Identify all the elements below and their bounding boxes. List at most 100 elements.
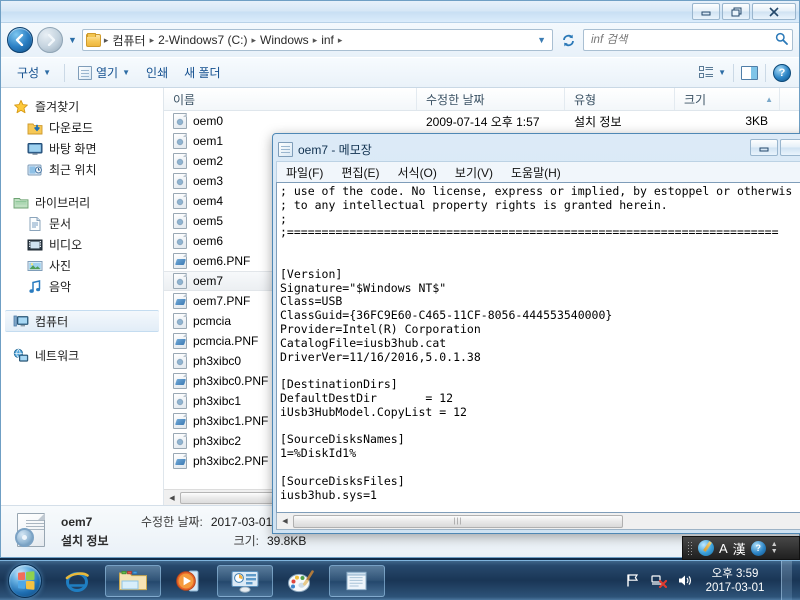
network-error-icon[interactable] xyxy=(650,572,667,589)
taskbar-button-paint[interactable] xyxy=(277,565,325,597)
scroll-left-icon[interactable]: ◀ xyxy=(277,513,293,529)
column-header-name[interactable]: 이름 xyxy=(164,88,417,110)
history-dropdown-icon[interactable]: ▼ xyxy=(68,35,77,45)
menu-edit[interactable]: 편집(E) xyxy=(332,162,388,183)
taskbar-button-control-panel[interactable] xyxy=(217,564,273,597)
breadcrumb-item-drive[interactable]: 2-Windows7 (C:) xyxy=(155,33,250,47)
notepad-hscroll-thumb[interactable]: ||| xyxy=(293,514,623,528)
menu-file[interactable]: 파일(F) xyxy=(277,162,332,183)
breadcrumb-item-inf[interactable]: inf xyxy=(318,33,337,47)
taskbar-button-windows-explorer[interactable] xyxy=(105,564,161,597)
breadcrumb[interactable]: ▸ 컴퓨터 ▸ 2-Windows7 (C:) ▸ Windows ▸ inf … xyxy=(81,29,553,51)
drag-grip-icon[interactable] xyxy=(687,541,693,555)
sidebar-item-recent-places[interactable]: 최근 위치 xyxy=(1,159,163,180)
chevron-down-icon[interactable]: ▼ xyxy=(533,35,550,45)
action-center-flag-icon[interactable] xyxy=(624,572,641,589)
ime-expand-icon[interactable]: ▲ ▼ xyxy=(771,541,778,555)
music-icon xyxy=(27,279,43,295)
preview-pane-icon[interactable] xyxy=(741,65,758,80)
help-icon[interactable]: ? xyxy=(773,63,791,82)
desktop-icon xyxy=(27,141,43,157)
notepad-hscroll-track[interactable]: ||| xyxy=(293,514,800,529)
help-icon[interactable]: ? xyxy=(750,540,766,556)
sidebar-group-libraries[interactable]: 라이브러리 xyxy=(1,192,163,213)
taskbar: 오후 3:59 2017-03-01 xyxy=(0,560,800,600)
explorer-titlebar[interactable] xyxy=(1,1,799,23)
notepad-titlebar[interactable]: oem7 - 메모장 xyxy=(276,137,800,161)
view-options-icon[interactable] xyxy=(696,64,716,82)
sidebar-group-favorites[interactable]: 즐겨찾기 xyxy=(1,96,163,117)
notepad-window: oem7 - 메모장 파일(F) 편집(E) 서식(O) 보기(V) 도움말(H… xyxy=(272,133,800,534)
paint-icon xyxy=(288,569,314,592)
minimize-button[interactable] xyxy=(750,139,778,156)
taskbar-button-media-player[interactable] xyxy=(165,565,213,597)
volume-icon[interactable] xyxy=(676,572,693,589)
menu-format[interactable]: 서식(O) xyxy=(388,162,445,183)
column-label: 수정한 날짜 xyxy=(426,92,485,107)
search-input[interactable] xyxy=(591,34,775,46)
notepad-icon xyxy=(278,141,293,157)
organize-button[interactable]: 구성 ▼ xyxy=(9,61,59,84)
sidebar-label: 바탕 화면 xyxy=(49,142,97,156)
clock[interactable]: 오후 3:59 2017-03-01 xyxy=(702,567,768,595)
forward-button[interactable] xyxy=(37,27,63,53)
breadcrumb-item-computer[interactable]: 컴퓨터 xyxy=(109,32,148,49)
sidebar-label: 컴퓨터 xyxy=(35,314,69,329)
sidebar-item-desktop[interactable]: 바탕 화면 xyxy=(1,138,163,159)
breadcrumb-item-windows[interactable]: Windows xyxy=(257,33,312,47)
sidebar-item-videos[interactable]: 비디오 xyxy=(1,234,163,255)
taskbar-button-internet-explorer[interactable] xyxy=(53,565,101,597)
print-button[interactable]: 인쇄 xyxy=(138,61,176,84)
ime-language-bar[interactable]: A 漢 ? ▲ ▼ xyxy=(682,536,800,560)
start-button[interactable] xyxy=(1,562,49,600)
sidebar-item-downloads[interactable]: 다운로드 xyxy=(1,117,163,138)
column-header-size[interactable]: 크기 ▲ xyxy=(675,88,780,110)
show-desktop-button[interactable] xyxy=(781,560,792,600)
notepad-icon xyxy=(346,571,367,590)
ime-pencil-icon[interactable] xyxy=(698,540,714,556)
search-box[interactable] xyxy=(583,29,793,51)
sidebar-item-network[interactable]: 네트워크 xyxy=(1,345,163,366)
inf-file-icon xyxy=(173,233,187,249)
pnf-file-icon xyxy=(173,373,187,389)
file-type-icon xyxy=(13,512,51,552)
new-folder-button[interactable]: 새 폴더 xyxy=(176,61,228,84)
downloads-icon xyxy=(27,120,43,136)
back-button[interactable] xyxy=(7,27,33,53)
restore-button[interactable] xyxy=(722,3,750,20)
menu-view[interactable]: 보기(V) xyxy=(446,162,502,183)
folder-icon xyxy=(119,570,147,590)
search-icon[interactable] xyxy=(775,32,788,48)
notepad-hscrollbar[interactable]: ◀ ||| xyxy=(276,513,800,530)
file-name: pcmcia.PNF xyxy=(193,334,259,348)
breadcrumb-separator-trailing[interactable]: ▸ xyxy=(337,35,344,46)
sidebar-item-music[interactable]: 음악 xyxy=(1,276,163,297)
close-button[interactable] xyxy=(752,3,796,20)
column-header-type[interactable]: 유형 xyxy=(565,88,675,110)
chevron-down-icon[interactable]: ▼ xyxy=(718,68,726,77)
cell-name: oem0 xyxy=(164,113,417,129)
menu-help[interactable]: 도움말(H) xyxy=(502,162,570,183)
minimize-button[interactable] xyxy=(692,3,720,20)
open-button[interactable]: 열기 ▼ xyxy=(70,61,138,84)
file-name: ph3xibc1.PNF xyxy=(193,414,269,428)
sidebar-item-computer[interactable]: 컴퓨터 xyxy=(5,310,159,332)
notepad-text-area[interactable]: ; use of the code. No license, express o… xyxy=(276,182,800,513)
scroll-left-icon[interactable]: ◀ xyxy=(164,490,180,506)
table-row[interactable]: oem0 2009-07-14 오후 1:57 설치 정보 3KB xyxy=(164,111,799,131)
ime-input-mode-latin[interactable]: A xyxy=(719,541,728,556)
pnf-file-icon xyxy=(173,413,187,429)
refresh-button[interactable] xyxy=(557,29,579,51)
sidebar-item-documents[interactable]: 문서 xyxy=(1,213,163,234)
scroll-up-icon[interactable]: ▲ xyxy=(765,95,773,104)
restore-button[interactable] xyxy=(780,139,800,156)
details-date-value: 2017-03-01 xyxy=(210,514,273,529)
taskbar-button-notepad[interactable] xyxy=(329,564,385,597)
column-header-date[interactable]: 수정한 날짜 xyxy=(417,88,565,110)
gear-icon xyxy=(15,527,34,547)
ime-input-mode-hanja[interactable]: 漢 xyxy=(733,539,746,558)
toolbar-right-group: ▼ ? xyxy=(696,63,791,82)
sidebar-item-pictures[interactable]: 사진 xyxy=(1,255,163,276)
